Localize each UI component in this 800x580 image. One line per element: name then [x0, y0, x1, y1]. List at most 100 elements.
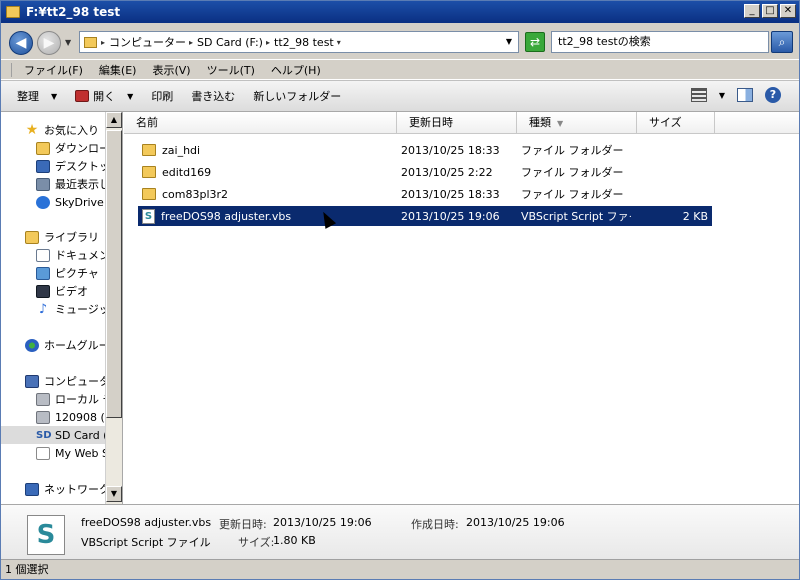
window-title: F:¥tt2_98 test — [26, 5, 121, 19]
window-controls: _ □ ✕ — [744, 4, 796, 18]
chevron-right-icon: ▸ — [189, 37, 194, 47]
chevron-down-icon: ▼ — [51, 91, 58, 101]
details-modified-label: 更新日時: — [219, 518, 267, 531]
menu-help[interactable]: ヘルプ(H) — [265, 62, 327, 78]
file-type-cell: ファイル フォルダー — [521, 188, 624, 201]
chevron-right-icon: ▸ — [101, 37, 106, 47]
new-folder-button[interactable]: 新しいフォルダー — [253, 88, 341, 104]
desktop-icon — [36, 159, 50, 173]
file-name-cell: com83pl3r2 — [142, 188, 228, 201]
nav-sd-card[interactable]: SDSD Card (F:) — [1, 426, 105, 444]
menu-edit[interactable]: 編集(E) — [93, 62, 143, 78]
sd-card-icon: SD — [36, 429, 52, 441]
picture-icon — [36, 266, 50, 280]
details-created-value: 2013/10/25 19:06 — [466, 516, 565, 529]
library-icon — [25, 230, 39, 244]
menu-view[interactable]: 表示(V) — [146, 62, 196, 78]
preview-pane-icon[interactable] — [737, 88, 753, 102]
file-date-cell: 2013/10/25 18:33 — [401, 187, 500, 201]
arrow-left-icon: ◀ — [15, 35, 27, 51]
computer-icon — [25, 374, 39, 388]
video-icon — [36, 284, 50, 298]
title-bar[interactable]: F:¥tt2_98 test _ □ ✕ — [1, 1, 799, 23]
file-type-cell: VBScript Script ファイル — [521, 210, 631, 223]
scroll-thumb[interactable] — [106, 130, 122, 418]
address-bar[interactable]: ▸ コンピューター ▸ SD Card (F:) ▸ tt2_98 test ▾ ▼ — [79, 31, 519, 53]
file-name-cell: zai_hdi — [142, 144, 200, 157]
music-icon: ♪ — [38, 301, 48, 317]
file-date-cell: 2013/10/25 2:22 — [401, 165, 493, 179]
drive-icon — [36, 410, 50, 424]
breadcrumb-root[interactable]: ▸ — [101, 38, 105, 47]
homegroup-icon — [25, 338, 39, 352]
column-header-blank — [715, 112, 799, 134]
menu-file[interactable]: ファイル(F) — [18, 62, 89, 78]
chevron-right-icon: ▸ — [265, 37, 270, 47]
chevron-down-icon: ▾ — [336, 37, 341, 47]
document-icon — [36, 248, 50, 262]
menu-grip — [11, 62, 12, 77]
program-icon — [75, 90, 90, 102]
details-size-value: 1.80 KB — [273, 534, 316, 547]
search-icon: ⌕ — [778, 35, 786, 49]
downloads-folder-icon — [36, 141, 50, 155]
refresh-icon: ⇄ — [529, 35, 541, 49]
details-filename: freeDOS98 adjuster.vbs — [81, 516, 212, 529]
close-button[interactable]: ✕ — [780, 4, 796, 18]
menu-tools[interactable]: ツール(T) — [201, 62, 261, 78]
folder-icon — [142, 188, 156, 200]
print-button[interactable]: 印刷 — [151, 88, 173, 104]
recent-pages-dropdown[interactable]: ▼ — [65, 38, 71, 47]
breadcrumb-computer[interactable]: コンピューター ▸ — [109, 34, 193, 50]
address-dropdown[interactable]: ▼ — [506, 37, 512, 46]
details-modified-value: 2013/10/25 19:06 — [273, 516, 372, 529]
minimize-button[interactable]: _ — [744, 4, 760, 18]
back-button[interactable]: ◀ — [9, 31, 33, 55]
forward-button[interactable]: ▶ — [37, 31, 61, 55]
column-header-type[interactable]: 種類 ▼ — [517, 112, 637, 134]
open-button[interactable]: 開く ▼ — [75, 88, 133, 104]
file-date-cell: 2013/10/25 19:06 — [401, 209, 500, 223]
recent-places-icon — [36, 177, 50, 191]
scroll-down-button[interactable]: ▼ — [106, 486, 122, 502]
details-pane: S freeDOS98 adjuster.vbs 更新日時: 2013/10/2… — [1, 504, 799, 559]
file-name-cell: editd169 — [142, 166, 211, 179]
file-name-cell: SfreeDOS98 adjuster.vbs — [142, 208, 291, 224]
details-size-label: サイズ: — [238, 536, 275, 549]
folder-icon — [84, 36, 97, 48]
file-row[interactable]: zai_hdi 2013/10/25 18:33 ファイル フォルダー — [138, 140, 712, 160]
search-input[interactable]: tt2_98 testの検索 — [551, 31, 769, 53]
web-folder-icon — [36, 446, 50, 460]
scroll-up-button[interactable]: ▲ — [106, 112, 122, 128]
hard-drive-icon — [36, 392, 50, 406]
file-row-selected[interactable]: SfreeDOS98 adjuster.vbs 2013/10/25 19:06… — [138, 206, 712, 226]
arrow-right-icon: ▶ — [43, 35, 55, 51]
help-icon[interactable]: ? — [765, 87, 781, 103]
file-row[interactable]: editd169 2013/10/25 2:22 ファイル フォルダー — [138, 162, 712, 182]
menu-bar: ファイル(F) 編集(E) 表示(V) ツール(T) ヘルプ(H) — [1, 59, 799, 79]
vbscript-file-large-icon: S — [27, 515, 65, 555]
breadcrumb-folder[interactable]: tt2_98 test ▾ — [274, 36, 341, 49]
column-header-name[interactable]: 名前 — [124, 112, 397, 134]
vbscript-file-icon: S — [142, 208, 155, 224]
chevron-down-icon[interactable]: ▼ — [719, 91, 725, 100]
refresh-button[interactable]: ⇄ — [525, 32, 545, 52]
details-filetype: VBScript Script ファイル — [81, 536, 211, 549]
organize-button[interactable]: 整理 ▼ — [17, 88, 57, 104]
sort-arrow-icon: ▼ — [557, 119, 564, 128]
file-row[interactable]: com83pl3r2 2013/10/25 18:33 ファイル フォルダー — [138, 184, 712, 204]
view-options-icon[interactable] — [690, 88, 707, 102]
burn-button[interactable]: 書き込む — [191, 88, 235, 104]
search-button[interactable]: ⌕ — [771, 31, 793, 53]
explorer-window: F:¥tt2_98 test _ □ ✕ ◀ ▶ ▼ ▸ コンピューター ▸ SD… — [0, 0, 800, 580]
file-type-cell: ファイル フォルダー — [521, 166, 624, 179]
nav-scrollbar[interactable]: ▲ ▼ — [105, 112, 122, 504]
command-bar: 整理 ▼ 開く ▼ 印刷 書き込む 新しいフォルダー ▼ ? — [1, 80, 799, 112]
column-header-size[interactable]: サイズ — [637, 112, 715, 134]
network-icon — [25, 482, 39, 496]
folder-icon — [142, 144, 156, 156]
maximize-button[interactable]: □ — [762, 4, 778, 18]
breadcrumb-sd-card[interactable]: SD Card (F:) ▸ — [197, 36, 270, 49]
star-icon: ★ — [25, 121, 39, 138]
column-header-date[interactable]: 更新日時 — [397, 112, 517, 134]
